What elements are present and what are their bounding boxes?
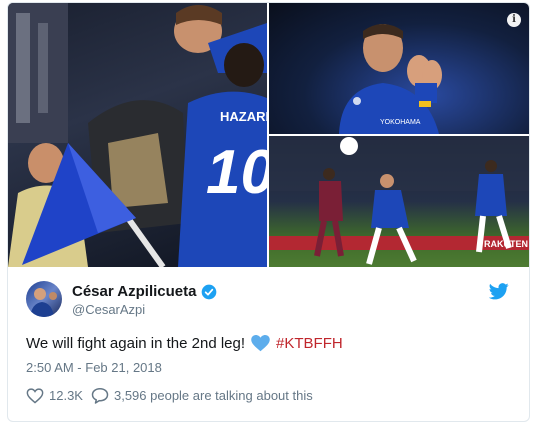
- sponsor-text: YOKOHAMA: [380, 119, 421, 126]
- verified-icon: [201, 284, 216, 299]
- avatar-illustration: [30, 288, 57, 317]
- twitter-bird-icon[interactable]: [489, 283, 509, 300]
- blue-heart-icon: [251, 335, 270, 352]
- tweet-author: César Azpilicueta @CesarAzpi: [26, 281, 506, 321]
- tweet-body: We will fight again in the 2nd leg!: [26, 335, 246, 352]
- photo-clapping[interactable]: YOKOHAMA i: [269, 3, 529, 134]
- speech-bubble-icon: [91, 388, 109, 404]
- name-row: César Azpilicueta: [72, 283, 217, 300]
- tweet-actions: 12.3K 3,596 people are talking about thi…: [26, 387, 321, 404]
- jersey-number: 10: [206, 138, 267, 207]
- like-count: 12.3K: [49, 388, 83, 403]
- celebration-illustration: HAZARD 10: [8, 3, 267, 267]
- reply-button[interactable]: 3,596 people are talking about this: [91, 387, 313, 404]
- match-action-illustration: RAKUTEN: [269, 136, 529, 265]
- info-icon[interactable]: i: [507, 13, 521, 27]
- hashtag-link[interactable]: #KTBFFH: [276, 335, 343, 352]
- talking-about-text: 3,596 people are talking about this: [113, 388, 313, 403]
- like-button[interactable]: 12.3K: [26, 387, 83, 404]
- clapping-illustration: YOKOHAMA: [339, 24, 442, 134]
- tweet-media-grid: HAZARD 10 YOKOHAMA i: [8, 3, 529, 267]
- avatar[interactable]: [26, 281, 62, 317]
- author-name[interactable]: César Azpilicueta: [72, 283, 197, 300]
- tweet-card[interactable]: HAZARD 10 YOKOHAMA i: [7, 2, 530, 422]
- heart-outline-icon: [26, 387, 44, 403]
- photo-match-action[interactable]: RAKUTEN: [269, 136, 529, 267]
- tweet-text: We will fight again in the 2nd leg! #KTB…: [26, 335, 343, 352]
- author-handle[interactable]: @CesarAzpi: [72, 302, 145, 317]
- photo-celebration[interactable]: HAZARD 10: [8, 3, 267, 267]
- tweet-timestamp[interactable]: 2:50 AM - Feb 21, 2018: [26, 360, 162, 375]
- jersey-name: HAZARD: [220, 109, 267, 124]
